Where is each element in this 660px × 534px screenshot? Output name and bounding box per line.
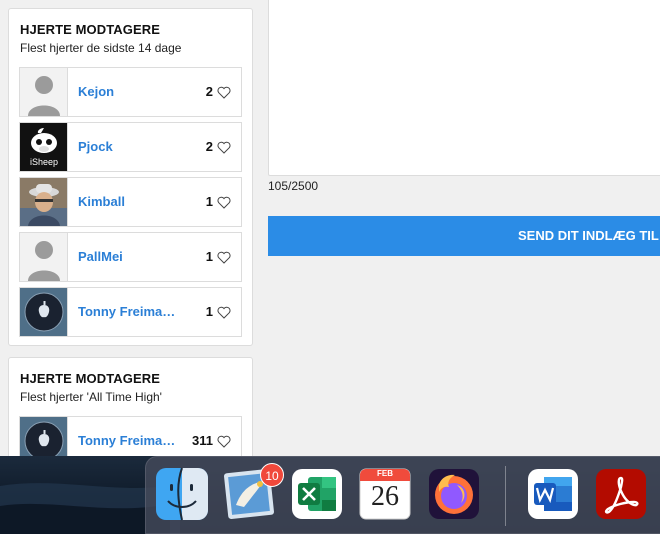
card-title: HJERTE MODTAGERE bbox=[20, 371, 161, 386]
avatar[interactable] bbox=[20, 68, 68, 116]
calendar-icon[interactable]: FEB 26 bbox=[358, 467, 412, 521]
card-subtitle: Flest hjerter 'All Time High' bbox=[20, 390, 162, 404]
heart-count: 1 bbox=[205, 304, 213, 319]
avatar-caption: iSheep bbox=[29, 157, 59, 167]
calendar-day: 26 bbox=[371, 481, 399, 512]
mail-badge: 10 bbox=[260, 463, 284, 487]
send-post-button[interactable]: SEND DIT INDLÆG TIL bbox=[268, 216, 660, 256]
avatar[interactable] bbox=[20, 288, 68, 336]
user-name-link[interactable]: Pjock bbox=[78, 139, 178, 154]
heart-icon[interactable] bbox=[217, 251, 231, 264]
heart-icon[interactable] bbox=[217, 86, 231, 99]
list-item[interactable]: Tonny Freimann 1 bbox=[19, 287, 242, 337]
card-subtitle: Flest hjerter de sidste 14 dage bbox=[20, 41, 182, 55]
dock-separator bbox=[505, 466, 506, 526]
heart-count: 2 bbox=[205, 139, 213, 154]
avatar[interactable]: iSheep bbox=[20, 123, 68, 171]
heart-icon[interactable] bbox=[217, 141, 231, 154]
word-icon[interactable] bbox=[526, 467, 580, 521]
heart-count: 1 bbox=[205, 249, 213, 264]
card-title: HJERTE MODTAGERE bbox=[20, 22, 161, 37]
heart-icon[interactable] bbox=[217, 435, 231, 448]
avatar[interactable] bbox=[20, 233, 68, 281]
character-counter: 105/2500 bbox=[268, 179, 319, 193]
list-item[interactable]: iSheep Pjock 2 bbox=[19, 122, 242, 172]
heart-count: 2 bbox=[205, 84, 213, 99]
user-name-link[interactable]: Kimball bbox=[78, 194, 178, 209]
list-item[interactable]: Kejon 2 bbox=[19, 67, 242, 117]
user-name-link[interactable]: Tonny Freimann bbox=[78, 304, 178, 319]
heart-icon[interactable] bbox=[217, 196, 231, 209]
heart-count: 311 bbox=[192, 433, 213, 448]
firefox-icon[interactable] bbox=[427, 467, 481, 521]
list-item[interactable]: Kimball 1 bbox=[19, 177, 242, 227]
user-name-link[interactable]: Tonny Freimann bbox=[78, 433, 178, 448]
user-name-link[interactable]: PallMei bbox=[78, 249, 178, 264]
hearts-recent-card: HJERTE MODTAGERE Flest hjerter de sidste… bbox=[8, 8, 253, 346]
avatar[interactable] bbox=[20, 178, 68, 226]
heart-icon[interactable] bbox=[217, 306, 231, 319]
post-textarea[interactable] bbox=[268, 0, 660, 176]
user-name-link[interactable]: Kejon bbox=[78, 84, 178, 99]
finder-icon[interactable] bbox=[155, 467, 209, 521]
acrobat-icon[interactable] bbox=[594, 467, 648, 521]
excel-icon[interactable] bbox=[290, 467, 344, 521]
list-item[interactable]: PallMei 1 bbox=[19, 232, 242, 282]
hearts-alltime-card: HJERTE MODTAGERE Flest hjerter 'All Time… bbox=[8, 357, 253, 467]
calendar-month: FEB bbox=[377, 469, 393, 478]
heart-count: 1 bbox=[205, 194, 213, 209]
